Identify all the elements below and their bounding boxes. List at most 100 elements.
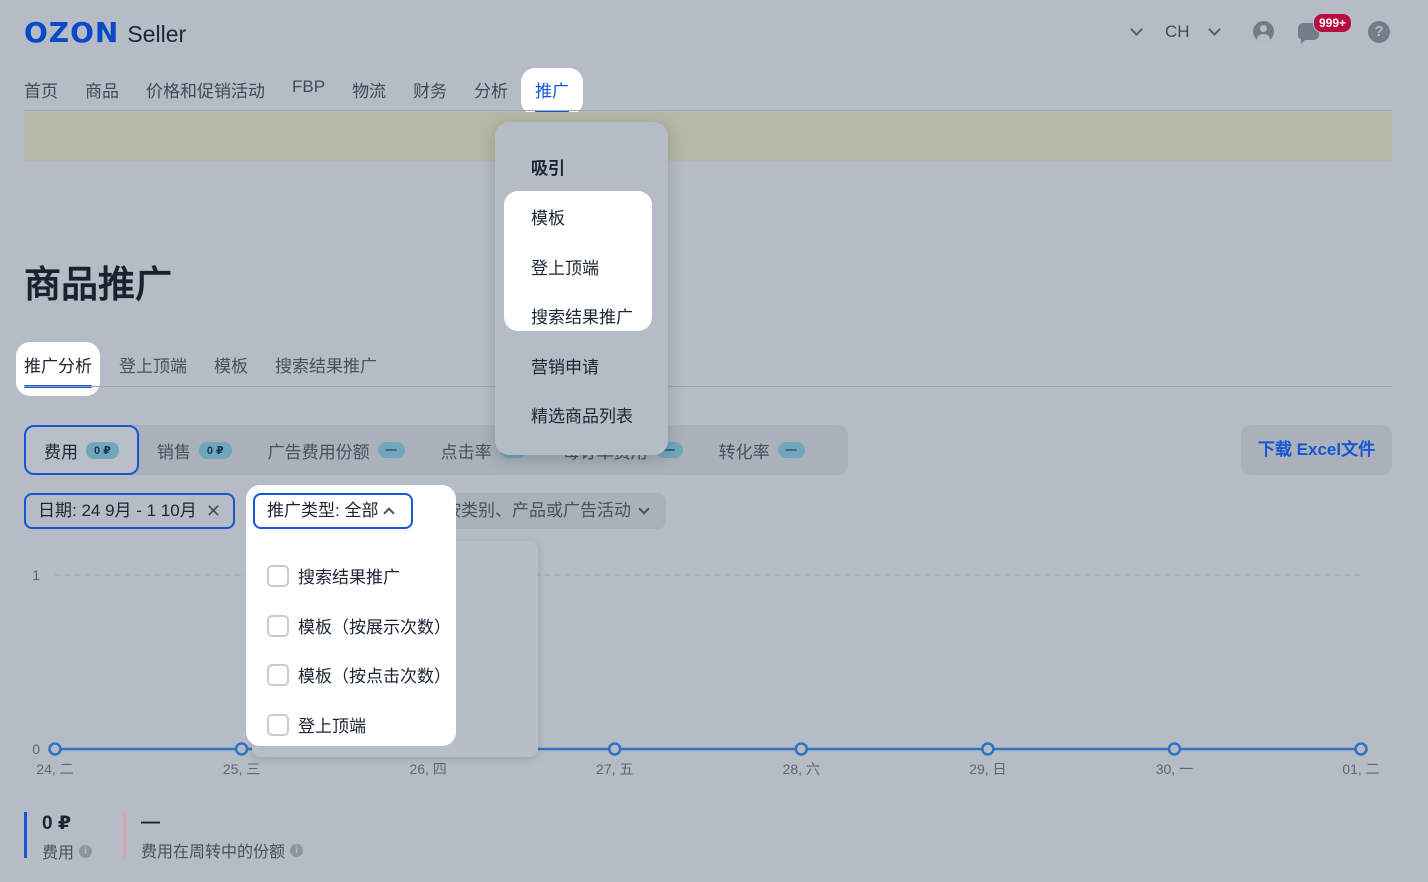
metric-value-pill: — — [377, 442, 405, 458]
tab-top-placement[interactable]: 登上顶端 — [119, 342, 187, 386]
metric-label: 销售 — [156, 442, 191, 462]
metric-tab-ad-share[interactable]: 广告费用份额 — — [250, 425, 423, 475]
logo-seller-text: Seller — [127, 21, 187, 47]
metric-value-pill: 0 ₽ — [198, 441, 232, 459]
x-tick-label: 25, 三 — [223, 761, 260, 777]
language-selector[interactable]: CH — [1165, 22, 1190, 42]
x-tick-label: 26, 四 — [409, 761, 446, 777]
sub-tabs: 推广分析 登上顶端 模板 搜索结果推广 — [16, 342, 404, 396]
option-label: 模板（按展示次数） — [298, 618, 451, 637]
option-label: 登上顶端 — [298, 717, 366, 736]
info-icon[interactable]: i — [79, 844, 93, 858]
option-template-impressions[interactable]: 模板（按展示次数） — [267, 613, 451, 638]
promotion-type-filter[interactable]: 推广类型: 全部 — [253, 493, 413, 529]
metric-tab-cost[interactable]: 费用 0 ₽ — [24, 425, 139, 475]
data-point — [48, 742, 62, 756]
metric-value-pill: 0 ₽ — [86, 441, 119, 459]
category-filter[interactable]: 按类别、产品或广告活动 — [431, 493, 666, 529]
tab-promotion-analytics[interactable]: 推广分析 — [16, 342, 100, 396]
clear-date-icon[interactable]: ✕ — [206, 495, 221, 527]
download-excel-button[interactable]: 下载 Excel文件 — [1241, 425, 1392, 475]
metric-value-pill: — — [777, 442, 805, 458]
nav-item-home[interactable]: 首页 — [24, 68, 58, 102]
info-icon[interactable]: i — [290, 843, 304, 857]
nav-divider — [24, 110, 1392, 111]
x-tick-label: 27, 五 — [596, 761, 633, 777]
metric-label: 广告费用份额 — [267, 442, 370, 462]
cost-line-chart: 1 0 24, 二 25, 三 26, 四 27, 五 28, 六 29, 日 30, 一 01,… — [32, 567, 1379, 777]
tab-templates[interactable]: 模板 — [214, 342, 248, 386]
checkbox[interactable] — [267, 564, 289, 587]
x-tick-label: 24, 二 — [36, 761, 73, 777]
data-point — [794, 742, 809, 756]
option-top-placement[interactable]: 登上顶端 — [267, 712, 366, 737]
stat-cost-share: — 费用在周转中的份额 i — [123, 812, 304, 861]
menu-item-marketing-requests[interactable]: 营销申请 — [531, 353, 599, 378]
chevron-down-icon — [638, 503, 650, 515]
metric-label: 转化率 — [718, 442, 770, 462]
help-icon[interactable]: ? — [1368, 21, 1390, 43]
data-point — [607, 742, 622, 756]
stat-value: — — [141, 812, 160, 833]
menu-section-attract: 吸引 — [531, 159, 565, 178]
x-tick-label: 29, 日 — [969, 761, 1006, 777]
stat-cost: 0 ₽ 费用 i — [24, 812, 93, 862]
stat-label-row: 费用 i — [42, 839, 93, 863]
y-tick-label: 0 — [32, 741, 40, 757]
header-controls: CH 999+ ? — [1068, 0, 1428, 64]
option-label: 搜索结果推广 — [298, 568, 400, 587]
stat-label-row: 费用在周转中的份额 i — [141, 838, 304, 862]
subtabs-divider — [24, 386, 1392, 387]
x-tick-label: 28, 六 — [783, 761, 820, 777]
metric-tab-conversion[interactable]: 转化率 — — [701, 425, 823, 475]
nav-item-finance[interactable]: 财务 — [413, 68, 447, 102]
stat-label: 费用 — [42, 845, 75, 862]
checkbox[interactable] — [267, 713, 289, 736]
metric-tab-sales[interactable]: 销售 0 ₽ — [139, 425, 250, 475]
main-nav: 首页 商品 价格和促销活动 FBP 物流 财务 分析 推广 — [24, 68, 584, 115]
category-filter-label: 按类别、产品或广告活动 — [444, 501, 631, 520]
notice-banner — [24, 112, 1392, 161]
menu-item-search-promotion[interactable]: 搜索结果推广 — [531, 303, 633, 328]
metric-label: 点击率 — [440, 442, 492, 462]
menu-item-templates[interactable]: 模板 — [531, 204, 565, 229]
date-filter[interactable]: 日期: 24 9月 - 1 10月 ✕ — [24, 493, 235, 529]
menu-item-featured-products[interactable]: 精选商品列表 — [531, 402, 633, 427]
data-point — [1167, 742, 1182, 756]
nav-item-promotion-label: 推广 — [535, 82, 570, 101]
option-search-promotion[interactable]: 搜索结果推广 — [267, 563, 400, 588]
ozon-seller-logo[interactable]: OZON Seller — [24, 16, 186, 49]
store-chevron-down-icon[interactable] — [1130, 23, 1143, 36]
data-point — [981, 742, 995, 756]
notification-badge: 999+ — [1313, 13, 1353, 33]
tab-promotion-analytics-label: 推广分析 — [24, 357, 92, 376]
date-filter-label: 日期: 24 9月 - 1 10月 — [38, 501, 197, 520]
data-point — [234, 742, 249, 756]
x-tick-label: 01, 二 — [1342, 761, 1379, 777]
checkbox[interactable] — [267, 614, 289, 637]
chevron-up-icon — [383, 507, 395, 519]
nav-item-prices[interactable]: 价格和促销活动 — [146, 68, 265, 102]
page-title: 商品推广 — [24, 264, 172, 305]
stat-label: 费用在周转中的份额 — [141, 844, 286, 861]
logo-ozon-text: OZON — [24, 16, 120, 49]
promotion-type-filter-label: 推广类型: 全部 — [267, 501, 379, 520]
option-template-clicks[interactable]: 模板（按点击次数） — [267, 662, 451, 687]
nav-item-promotion[interactable]: 推广 — [521, 68, 584, 115]
nav-item-fbp[interactable]: FBP — [292, 68, 325, 97]
tab-search-promotion[interactable]: 搜索结果推广 — [275, 342, 377, 386]
nav-item-analytics[interactable]: 分析 — [474, 68, 508, 102]
data-point — [1354, 742, 1368, 756]
x-tick-label: 30, 一 — [1156, 761, 1193, 777]
checkbox[interactable] — [267, 663, 289, 686]
menu-item-top-placement[interactable]: 登上顶端 — [531, 254, 599, 279]
user-avatar-icon[interactable] — [1253, 21, 1274, 42]
y-tick-label: 1 — [32, 567, 40, 583]
nav-item-logistics[interactable]: 物流 — [352, 68, 386, 102]
metric-tabs: 费用 0 ₽ 销售 0 ₽ 广告费用份额 — 点击率 — 每订单费用 — 转化率… — [24, 425, 848, 475]
stat-value: 0 ₽ — [42, 813, 72, 834]
metric-label: 费用 — [44, 442, 78, 462]
nav-item-products[interactable]: 商品 — [85, 68, 119, 102]
option-label: 模板（按点击次数） — [298, 667, 451, 686]
language-chevron-down-icon[interactable] — [1208, 23, 1221, 36]
